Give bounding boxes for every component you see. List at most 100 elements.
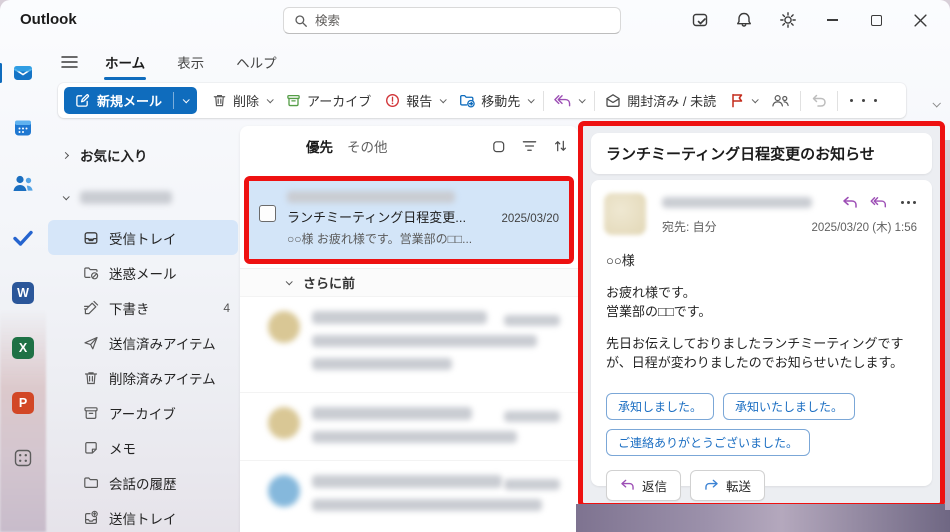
- hamburger-icon[interactable]: [52, 48, 86, 76]
- folder-notes[interactable]: メモ: [48, 430, 238, 465]
- tab-help[interactable]: ヘルプ: [223, 47, 290, 77]
- avatar: [268, 407, 300, 439]
- suggested-replies: 承知しました。 承知いたしました。 ご連絡ありがとうございました。: [606, 392, 917, 456]
- forward-button[interactable]: 転送: [690, 469, 766, 501]
- select-messages-icon[interactable]: [491, 139, 506, 154]
- search-icon: [294, 14, 308, 28]
- new-mail-button[interactable]: 新規メール: [64, 87, 198, 114]
- reply-all-button[interactable]: [547, 90, 591, 112]
- quick-reply-chip[interactable]: 承知いたしました。: [723, 392, 856, 420]
- groups-button[interactable]: [764, 89, 797, 112]
- folder-drafts[interactable]: 下書き 4: [48, 290, 238, 325]
- inbox-icon: [82, 230, 99, 246]
- search-input[interactable]: [315, 13, 610, 28]
- tab-focused[interactable]: 優先: [306, 136, 333, 156]
- archive-button[interactable]: アーカイブ: [279, 87, 378, 114]
- appbar-excel-icon[interactable]: X: [6, 331, 40, 365]
- favorites-section[interactable]: お気に入り: [48, 140, 238, 170]
- folder-label: 下書き: [109, 301, 150, 317]
- tab-other[interactable]: その他: [347, 136, 388, 156]
- favorites-label: お気に入り: [80, 149, 148, 164]
- read-unread-label: 開封済み / 未読: [627, 94, 717, 109]
- people-icon: [771, 93, 790, 108]
- avatar: [268, 475, 300, 507]
- tab-home[interactable]: ホーム: [92, 47, 158, 80]
- chevron-right-icon: [60, 151, 70, 159]
- folder-icon: [82, 475, 99, 491]
- undo-icon: [811, 93, 827, 108]
- tab-view[interactable]: 表示: [164, 47, 217, 77]
- folder-label: 迷惑メール: [109, 266, 177, 282]
- report-button[interactable]: 報告: [378, 87, 452, 114]
- outbox-icon: [82, 510, 99, 526]
- appbar-powerpoint-icon[interactable]: P: [6, 386, 40, 420]
- appbar-more-apps-icon[interactable]: [6, 441, 40, 475]
- folder-outbox[interactable]: 送信トレイ: [48, 500, 238, 532]
- titlebar: Outlook: [0, 0, 950, 40]
- move-folder-icon: [459, 93, 476, 108]
- appbar-mail-icon[interactable]: [0, 56, 40, 90]
- appbar-calendar-icon[interactable]: [6, 111, 40, 145]
- appbar-people-icon[interactable]: [6, 166, 40, 200]
- folder-pane: お気に入り 受信トレイ 迷惑メール 下書き 4 送信済みアイテム 削除済みアイテ…: [48, 140, 238, 532]
- junk-folder-icon: [82, 265, 99, 281]
- minimize-button[interactable]: [810, 0, 854, 40]
- folder-label: 送信トレイ: [109, 511, 177, 527]
- email-item-redacted[interactable]: [240, 296, 578, 392]
- delete-button[interactable]: 削除: [205, 87, 279, 114]
- report-label: 報告: [406, 94, 433, 109]
- reading-subject: ランチミーティング日程変更のお知らせ: [591, 133, 932, 174]
- more-options-button[interactable]: [841, 95, 885, 106]
- forward-label: 転送: [726, 479, 752, 494]
- folder-sent[interactable]: 送信済みアイテム: [48, 325, 238, 360]
- quick-reply-chip[interactable]: ご連絡ありがとうございました。: [606, 428, 811, 456]
- appbar-todo-icon[interactable]: [6, 221, 40, 255]
- account-section[interactable]: [48, 182, 238, 212]
- chevron-down-icon: [266, 96, 274, 104]
- gear-icon[interactable]: [766, 0, 810, 40]
- flag-button[interactable]: [723, 89, 764, 112]
- archive-label: アーカイブ: [307, 94, 372, 109]
- maximize-button[interactable]: [854, 0, 898, 40]
- folder-inbox[interactable]: 受信トレイ: [48, 220, 238, 255]
- folder-archive[interactable]: アーカイブ: [48, 395, 238, 430]
- chevron-down-icon: [60, 192, 70, 200]
- email-item-redacted[interactable]: [240, 460, 578, 530]
- myday-icon[interactable]: [678, 0, 722, 40]
- app-title: Outlook: [20, 11, 77, 28]
- note-icon: [82, 440, 99, 456]
- folder-label: 削除済みアイテム: [109, 371, 216, 387]
- sort-icon[interactable]: [553, 139, 568, 153]
- filter-icon[interactable]: [522, 140, 537, 152]
- selected-email-item[interactable]: ランチミーティング日程変更... 2025/03/20 ○○様 お疲れ様です。営…: [249, 181, 569, 259]
- email-item-redacted[interactable]: [240, 392, 578, 460]
- drafts-pencil-icon: [82, 300, 99, 316]
- email-checkbox[interactable]: [259, 205, 276, 222]
- reply-icon[interactable]: [842, 196, 858, 209]
- collapse-ribbon-icon[interactable]: [932, 94, 941, 112]
- sender-name-redacted: [287, 191, 455, 203]
- move-to-button[interactable]: 移動先: [452, 87, 540, 114]
- group-header-older[interactable]: さらに前: [240, 268, 578, 296]
- undo-button[interactable]: [804, 89, 834, 112]
- more-options-icon[interactable]: [899, 200, 917, 204]
- reply-all-icon[interactable]: [870, 196, 887, 209]
- new-mail-dropdown[interactable]: [174, 87, 197, 114]
- bell-icon[interactable]: [722, 0, 766, 40]
- appbar-word-icon[interactable]: W: [6, 276, 40, 310]
- archive-icon: [286, 93, 301, 108]
- close-button[interactable]: [898, 0, 942, 40]
- search-box[interactable]: [283, 7, 621, 34]
- folder-conversation-history[interactable]: 会話の履歴: [48, 465, 238, 500]
- folder-junk[interactable]: 迷惑メール: [48, 255, 238, 290]
- message-datetime: 2025/03/20 (木) 1:56: [811, 221, 918, 234]
- chevron-down-icon: [751, 96, 759, 104]
- folder-deleted[interactable]: 削除済みアイテム: [48, 360, 238, 395]
- new-mail-label: 新規メール: [97, 94, 163, 109]
- reply-button[interactable]: 返信: [606, 469, 682, 501]
- move-to-label: 移動先: [481, 94, 521, 109]
- trash-icon: [82, 370, 99, 386]
- read-unread-button[interactable]: 開封済み / 未読: [598, 87, 723, 114]
- sender-name-redacted: [662, 196, 812, 208]
- quick-reply-chip[interactable]: 承知しました。: [606, 392, 715, 420]
